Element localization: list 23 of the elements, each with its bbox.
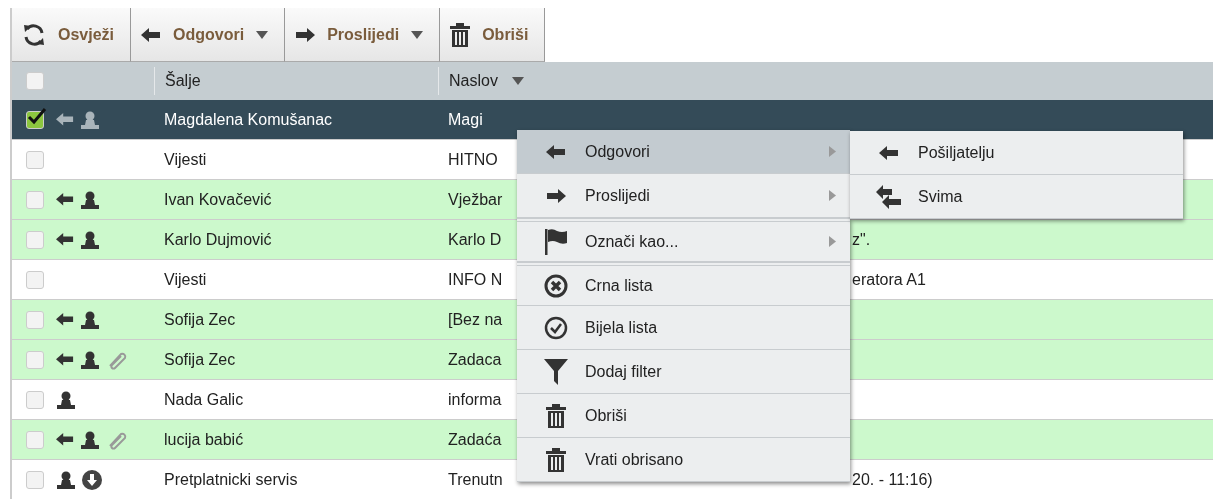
subject-cell-text: Vježbar: [447, 190, 504, 209]
sender-cell-text: Vijesti: [163, 270, 208, 289]
subject-cell-text: informa: [447, 390, 503, 409]
sender-cell-text: Karlo Dujmović: [163, 230, 273, 249]
subject-cell: z".: [852, 230, 871, 249]
sender-cell-text: Sofija Zec: [163, 310, 237, 329]
subject-cell-text: HITNO: [447, 150, 499, 169]
sender-cell-text: Magdalena Komušanac: [163, 110, 334, 129]
subject-cell-text: Karlo D: [447, 230, 503, 249]
subject-cell-text: INFO N: [447, 270, 504, 289]
sender-cell-text: Nada Galic: [163, 390, 245, 409]
subject-cell-text: [Bez na: [447, 310, 504, 329]
subject-cell-text: Zadaća: [447, 430, 503, 449]
subject-cell-text: Zadaca: [447, 350, 503, 369]
sender-cell-text: Ivan Kovačević: [163, 190, 273, 209]
sender-cell-text: Vijesti: [163, 150, 208, 169]
subject-cell: 20. - 11:16): [852, 470, 933, 489]
sender-cell-text: lucija babić: [163, 430, 245, 449]
subject-cell-text: Magi: [447, 110, 484, 129]
subject-cell-text: Trenutn: [447, 470, 504, 489]
subject-cell: eratora A1: [852, 270, 926, 289]
sender-cell-text: Pretplatnicki servis: [163, 470, 299, 489]
sender-cell-text: Sofija Zec: [163, 350, 237, 369]
